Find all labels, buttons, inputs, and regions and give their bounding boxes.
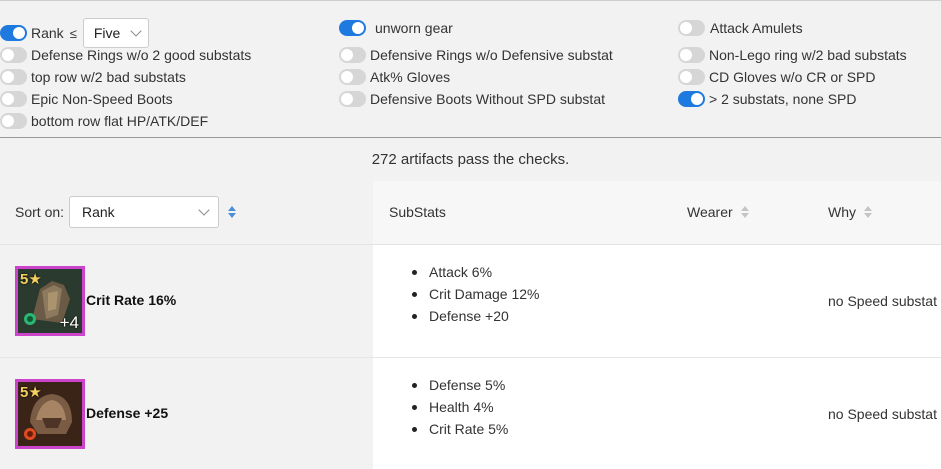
column-header-wearer[interactable]: Wearer bbox=[687, 204, 749, 220]
filter-label: top row w/2 bad substats bbox=[31, 69, 186, 85]
filter-label: Atk% Gloves bbox=[370, 69, 451, 85]
filter-item[interactable]: Atk% Gloves bbox=[339, 67, 450, 87]
toggle-switch[interactable] bbox=[339, 69, 366, 85]
substat-item: Defense 5% bbox=[410, 374, 508, 396]
substat-item: Crit Damage 12% bbox=[410, 283, 540, 305]
sort-cell: Sort on: Rank bbox=[0, 181, 373, 244]
artifact-cell: 5★ Defense +25 bbox=[0, 358, 373, 469]
filter-item[interactable]: CD Gloves w/o CR or SPD bbox=[678, 67, 875, 87]
sort-icon[interactable] bbox=[740, 206, 749, 218]
toggle-switch[interactable] bbox=[0, 47, 27, 63]
artifact-thumbnail[interactable]: 5★ bbox=[15, 379, 85, 449]
toggle-switch[interactable] bbox=[678, 69, 705, 85]
rank-select[interactable]: Five bbox=[82, 18, 149, 48]
sort-select[interactable]: Rank bbox=[69, 196, 219, 228]
filter-label: Defensive Boots Without SPD substat bbox=[370, 91, 605, 107]
artifact-cell: 5★ +4 Crit Rate 16% bbox=[0, 245, 373, 357]
why-reason: no Speed substat bbox=[828, 293, 937, 309]
filter-item[interactable]: unworn gear bbox=[339, 18, 453, 38]
substat-item: Health 4% bbox=[410, 396, 508, 418]
chevron-down-icon bbox=[198, 204, 210, 216]
main-stat: Defense +25 bbox=[86, 405, 169, 421]
toggle-switch[interactable] bbox=[339, 20, 366, 36]
filter-label: CD Gloves w/o CR or SPD bbox=[709, 69, 876, 85]
filter-item[interactable]: Defensive Boots Without SPD substat bbox=[339, 89, 605, 109]
results-summary: 272 artifacts pass the checks. bbox=[371, 151, 570, 168]
chevron-down-icon bbox=[130, 25, 142, 37]
filter-label: unworn gear bbox=[375, 20, 453, 36]
rank-stars: 5★ bbox=[20, 271, 42, 288]
toggle-switch[interactable] bbox=[678, 91, 705, 107]
filter-label: > 2 substats, none SPD bbox=[709, 91, 857, 107]
rank-stars: 5★ bbox=[20, 384, 42, 401]
toggle-switch[interactable] bbox=[0, 113, 27, 129]
filter-label: Epic Non-Speed Boots bbox=[31, 91, 173, 107]
column-header-label: Why bbox=[828, 204, 856, 220]
filter-item[interactable]: Defensive Rings w/o Defensive substat bbox=[339, 45, 613, 65]
filter-label: Non-Lego ring w/2 bad substats bbox=[709, 47, 907, 63]
sort-icon[interactable] bbox=[864, 206, 872, 218]
filter-item[interactable]: Epic Non-Speed Boots bbox=[0, 89, 173, 109]
sort-select-value: Rank bbox=[82, 204, 115, 220]
level-badge: +4 bbox=[59, 313, 79, 332]
filter-label: Defensive Rings w/o Defensive substat bbox=[370, 47, 613, 63]
why-reason: no Speed substat bbox=[828, 406, 937, 422]
filter-item[interactable]: Non-Lego ring w/2 bad substats bbox=[678, 45, 907, 65]
toggle-switch[interactable] bbox=[678, 47, 705, 63]
sort-label: Sort on: bbox=[15, 204, 65, 220]
toggle-switch[interactable] bbox=[678, 20, 705, 36]
substat-item: Attack 6% bbox=[410, 261, 540, 283]
main-stat: Crit Rate 16% bbox=[86, 292, 177, 308]
sort-direction-icon[interactable] bbox=[228, 206, 236, 218]
filter-item[interactable]: Defense Rings w/o 2 good substats bbox=[0, 45, 251, 65]
rank-select-value: Five bbox=[93, 25, 121, 41]
substat-item: Defense +20 bbox=[410, 305, 540, 327]
toggle-switch[interactable] bbox=[0, 91, 27, 107]
toggle-switch[interactable] bbox=[0, 69, 27, 85]
substat-list: Attack 6% Crit Damage 12% Defense +20 bbox=[410, 261, 540, 327]
filter-label: Defense Rings w/o 2 good substats bbox=[31, 47, 252, 63]
filter-label: Attack Amulets bbox=[710, 20, 803, 36]
filter-item[interactable]: top row w/2 bad substats bbox=[0, 67, 186, 87]
column-header-label: Wearer bbox=[687, 204, 733, 220]
filter-rank: Rank ≤ Five bbox=[0, 18, 149, 48]
toggle-switch[interactable] bbox=[339, 47, 366, 63]
artifact-thumbnail[interactable]: 5★ +4 bbox=[15, 266, 85, 336]
rank-label: Rank bbox=[31, 25, 64, 41]
filter-label: bottom row flat HP/ATK/DEF bbox=[31, 113, 209, 129]
filter-item[interactable]: Attack Amulets bbox=[678, 18, 803, 38]
column-header-why[interactable]: Why bbox=[828, 204, 872, 220]
table-row: 5★ +4 Crit Rate 16% Attack 6% Crit Damag… bbox=[0, 245, 941, 358]
column-header-substats: SubStats bbox=[389, 204, 446, 220]
less-equal-operator: ≤ bbox=[69, 25, 77, 41]
filter-panel: Rank ≤ Five Defense Rings w/o 2 good sub… bbox=[0, 0, 941, 138]
filter-item[interactable]: > 2 substats, none SPD bbox=[678, 89, 856, 109]
table-header: Sort on: Rank SubStats Wearer Why bbox=[0, 181, 941, 245]
substat-list: Defense 5% Health 4% Crit Rate 5% bbox=[410, 374, 508, 440]
toggle-switch[interactable] bbox=[339, 91, 366, 107]
table-row: 5★ Defense +25 Defense 5% Health 4% Crit… bbox=[0, 358, 941, 469]
substat-item: Crit Rate 5% bbox=[410, 418, 508, 440]
filter-item[interactable]: bottom row flat HP/ATK/DEF bbox=[0, 111, 208, 131]
rank-toggle[interactable] bbox=[0, 25, 27, 41]
column-header-label: SubStats bbox=[389, 204, 446, 220]
